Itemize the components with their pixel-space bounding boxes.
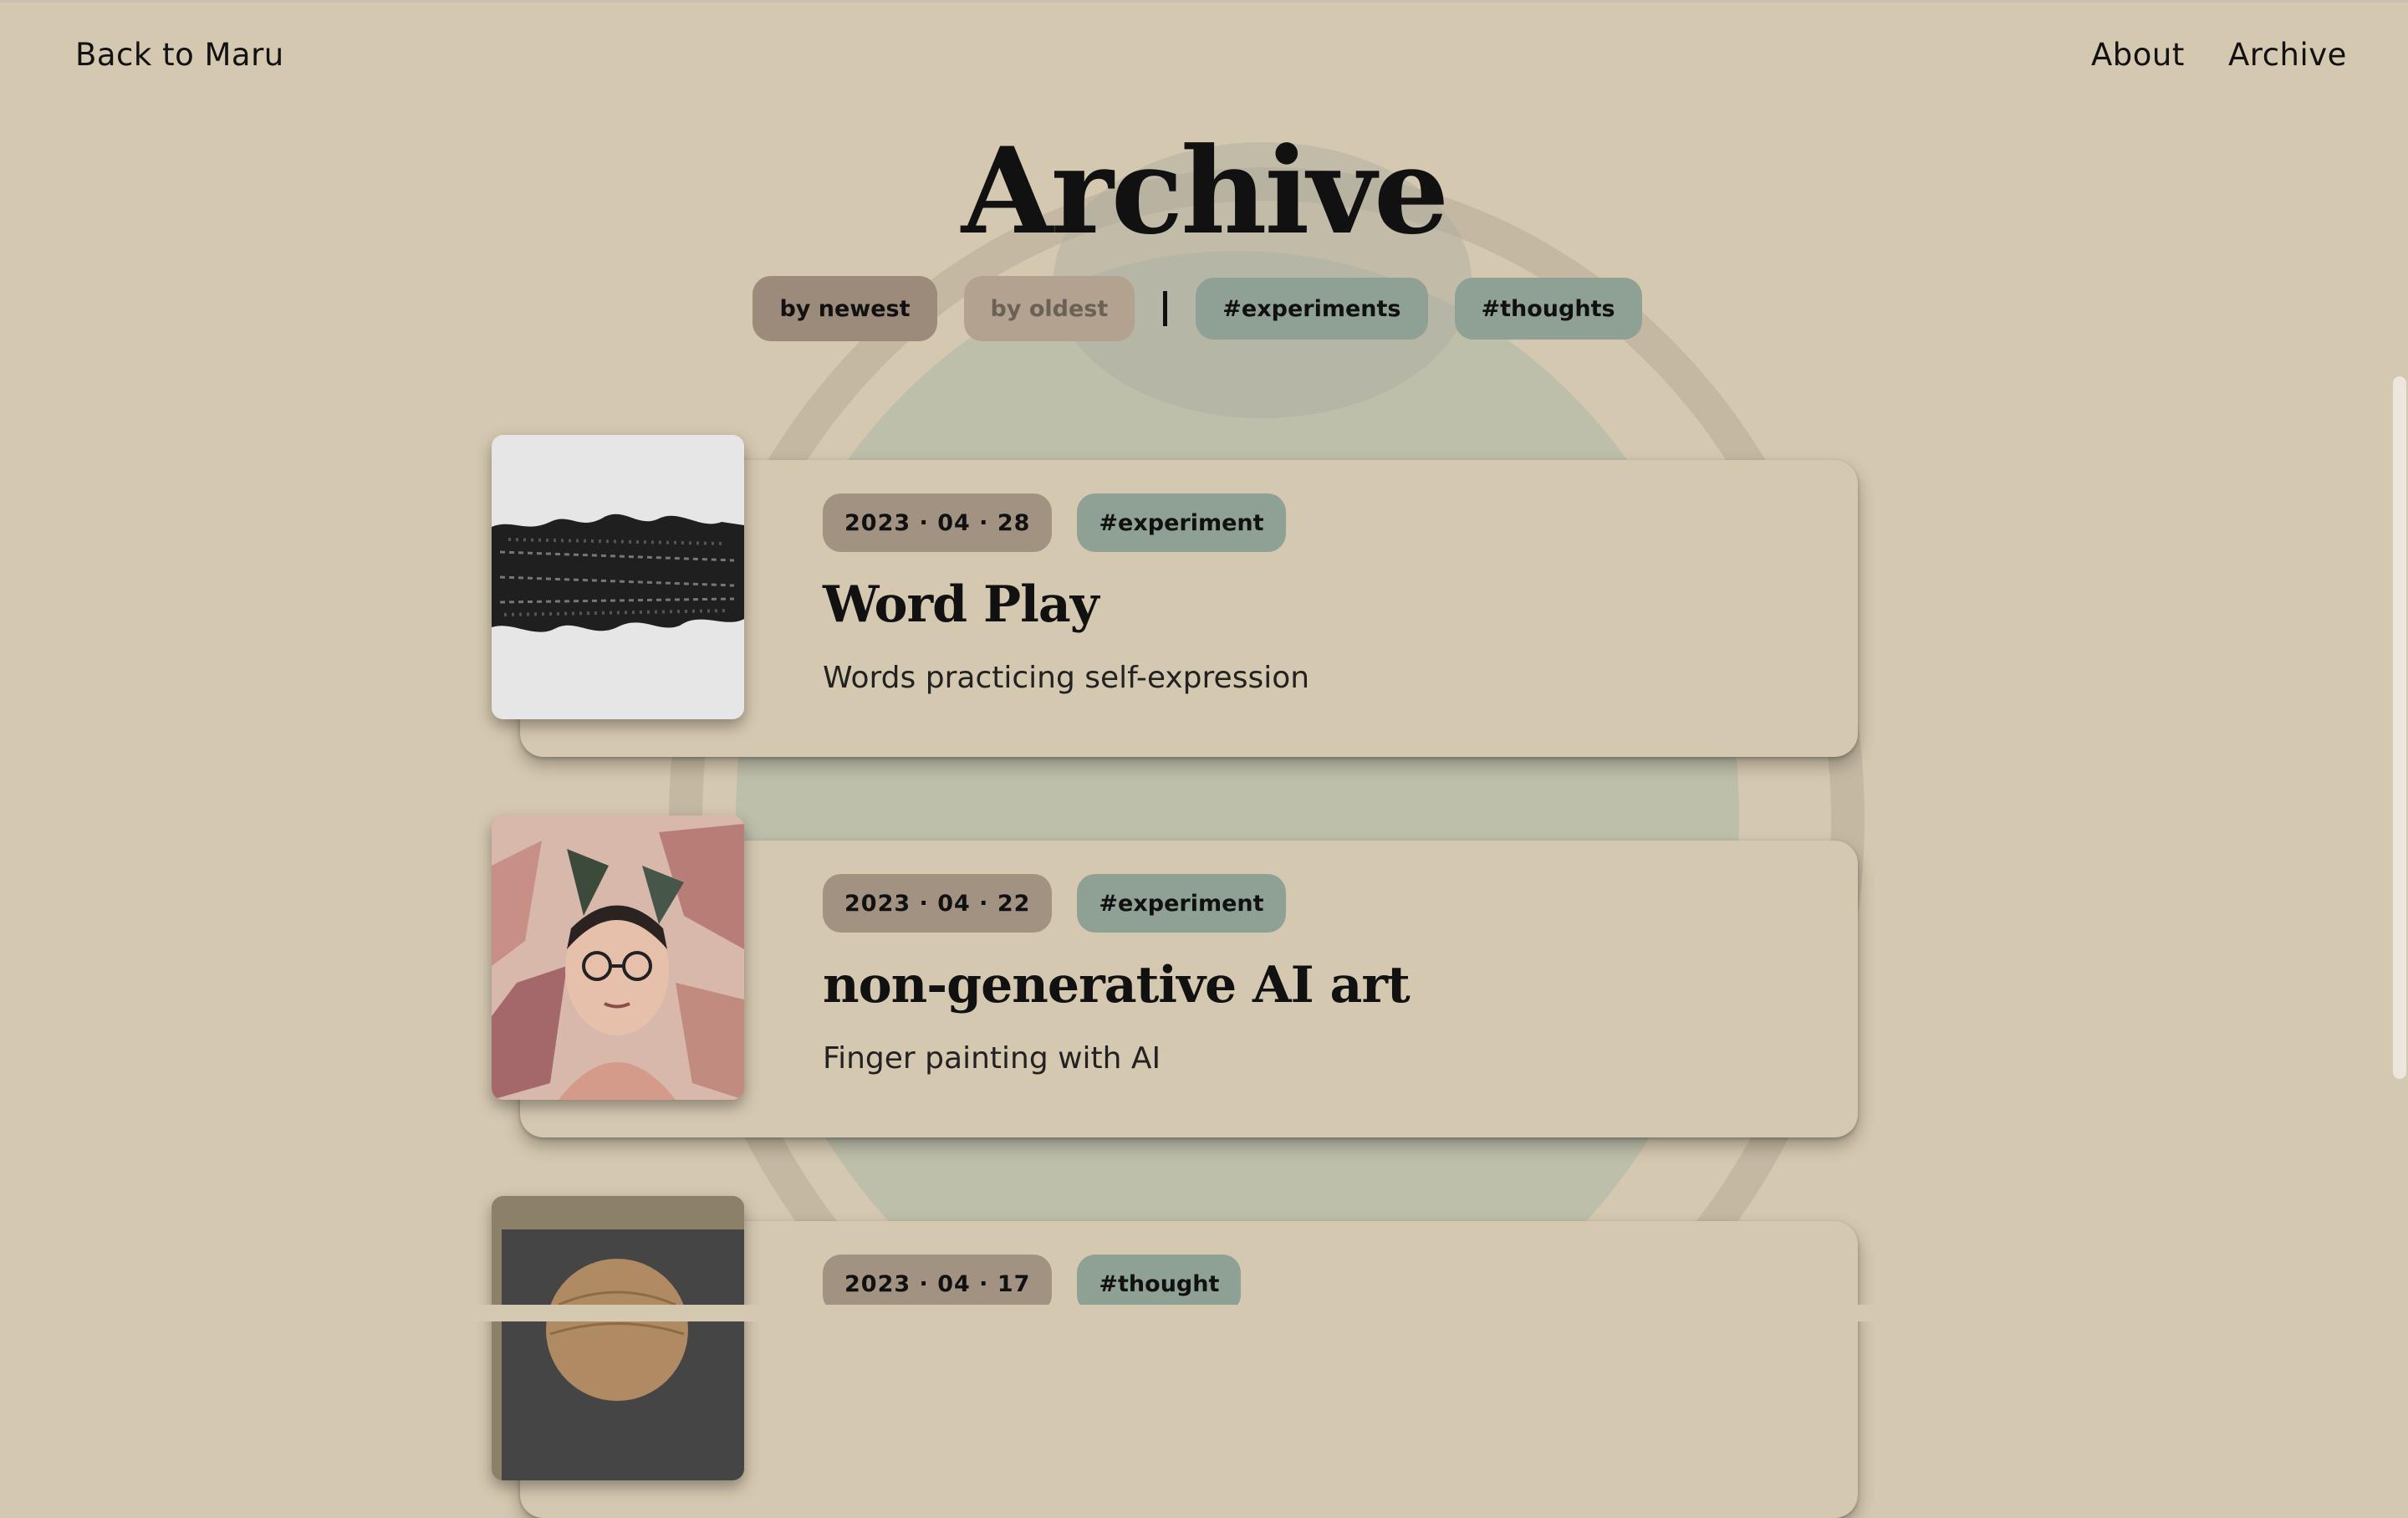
sphere-image [492, 1196, 744, 1480]
post-description: Words practicing self-expression [823, 661, 1310, 695]
portrait-art-image [492, 815, 744, 1100]
post-thumbnail-image[interactable] [492, 435, 744, 719]
nav-about-link[interactable]: About [2091, 37, 2185, 73]
scrollbar[interactable] [2393, 376, 2406, 1079]
post-date-badge: 2023 · 04 · 22 [823, 874, 1053, 933]
filter-divider [1163, 291, 1168, 326]
back-to-home-link[interactable]: Back to Maru [75, 37, 284, 73]
post-thumbnail-image[interactable] [492, 815, 744, 1100]
post-tag-badge[interactable]: #experiment [1077, 493, 1286, 552]
post-title[interactable]: Word Play [823, 575, 1099, 634]
sort-oldest-button[interactable]: by oldest [963, 276, 1135, 341]
filter-bar: by newest by oldest #experiments #though… [0, 276, 2408, 341]
page-title: Archive [961, 122, 1450, 261]
post-description: Finger painting with AI [823, 1041, 1161, 1076]
site-header: Back to Maru About Archive [0, 0, 2408, 117]
post-meta: 2023 · 04 · 28 #experiment [823, 493, 1311, 552]
post-title[interactable]: non-generative AI art [823, 956, 1411, 1015]
post-meta: 2023 · 04 · 22 #experiment [823, 874, 1311, 933]
background-circle-decoration [736, 251, 1739, 1380]
filter-tag-thoughts[interactable]: #thoughts [1454, 278, 1642, 340]
post-date-badge: 2023 · 04 · 28 [823, 493, 1053, 552]
filter-tag-experiments[interactable]: #experiments [1196, 278, 1428, 340]
post-tag-badge[interactable]: #experiment [1077, 874, 1286, 933]
post-thumbnail-image[interactable] [492, 1196, 744, 1480]
viewport-bottom-edge [0, 1305, 2408, 1321]
word-texture-image [492, 435, 744, 719]
nav-archive-link[interactable]: Archive [2228, 37, 2347, 73]
sort-newest-button[interactable]: by newest [752, 276, 937, 341]
